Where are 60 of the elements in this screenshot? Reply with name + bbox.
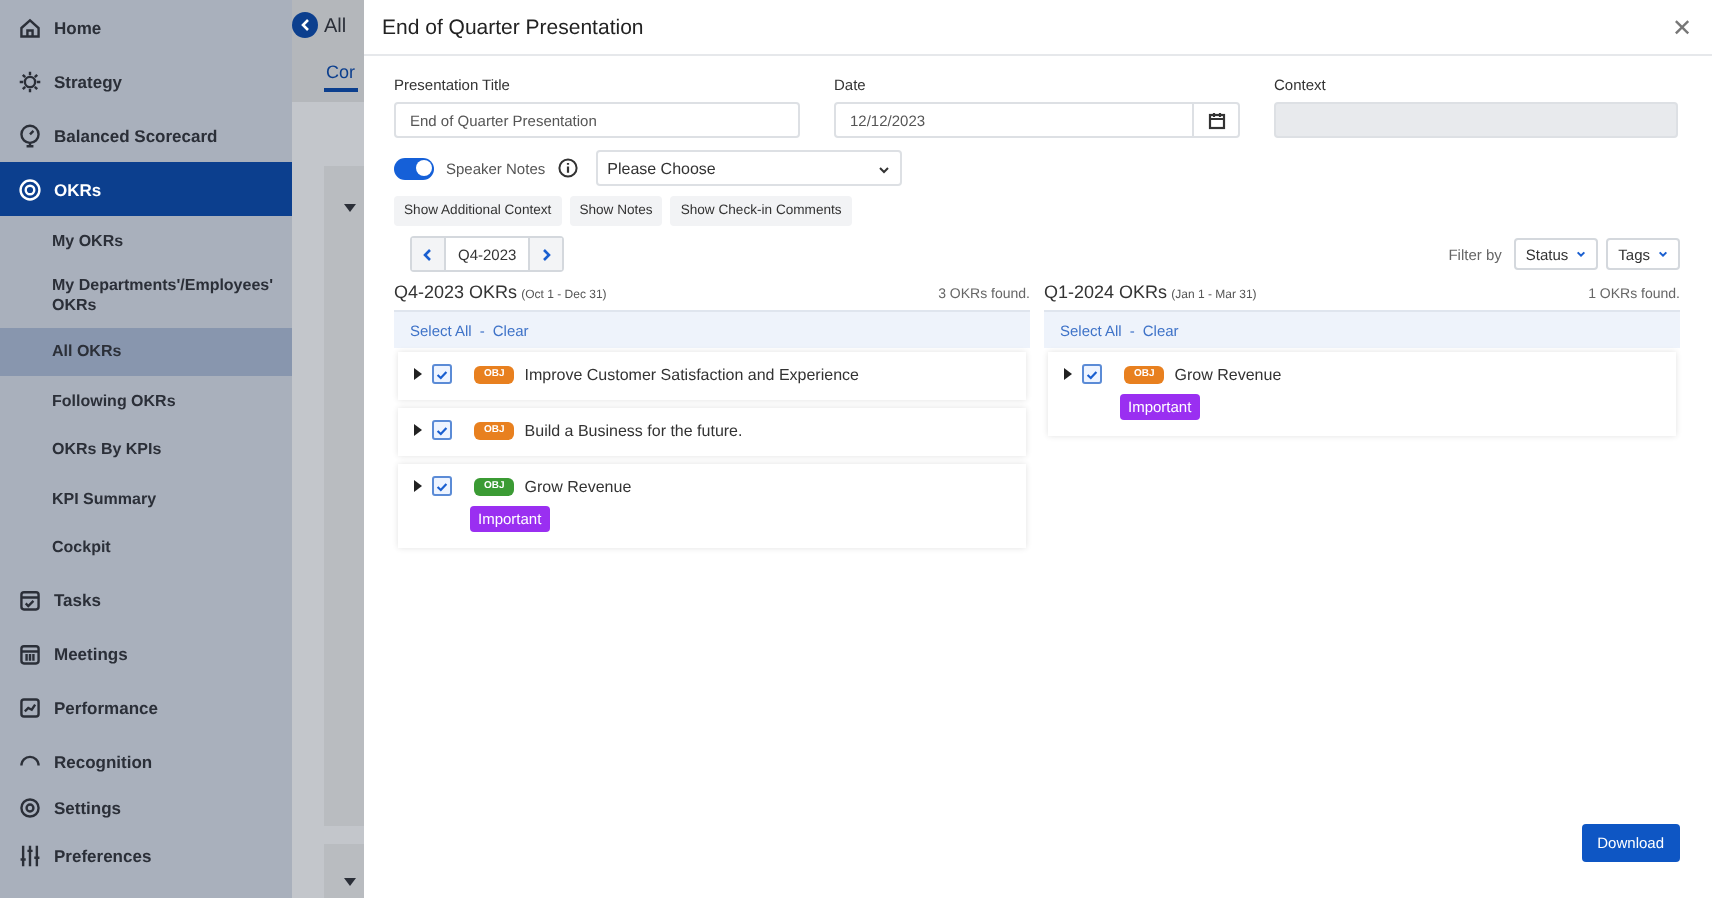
check-icon — [436, 369, 448, 379]
sidebar-item[interactable]: Tasks — [0, 572, 292, 626]
chevron-down-icon — [877, 165, 890, 173]
checkbox[interactable] — [1082, 364, 1102, 384]
checkbox[interactable] — [432, 420, 452, 440]
column-title: Q4-2023 OKRs — [394, 282, 518, 302]
check-icon — [1086, 369, 1098, 379]
sidebar-item[interactable]: Settings — [0, 788, 292, 828]
okr-title[interactable]: Build a Business for the future. — [524, 421, 743, 439]
check-icon — [436, 481, 448, 491]
expand-arrow-icon[interactable] — [414, 424, 422, 436]
okr-title[interactable]: Grow Revenue — [524, 477, 632, 495]
dialog-title: End of Quarter Presentation — [382, 15, 644, 39]
page-title: All — [324, 14, 347, 38]
chevron-down-icon — [1576, 250, 1587, 258]
sidebar-subitem[interactable]: My OKRs — [0, 216, 292, 265]
sidebar-subitem[interactable]: All OKRs — [0, 327, 292, 376]
sidebar-subitem[interactable]: Cockpit — [0, 523, 292, 572]
sidebar-item[interactable]: Balanced Scorecard — [0, 108, 292, 162]
sidebar-item[interactable]: Preferences — [0, 828, 292, 882]
checkbox[interactable] — [432, 364, 452, 384]
sidebar-subitem[interactable]: OKRs By KPIs — [0, 425, 292, 474]
expand-arrow-icon[interactable] — [414, 368, 422, 380]
sidebar-subitem[interactable]: My Departments'/Employees' OKRs — [0, 265, 292, 327]
expand-arrow-icon[interactable] — [1064, 368, 1072, 380]
sidebar-item[interactable]: Recognition — [0, 734, 292, 788]
info-icon[interactable] — [557, 158, 578, 178]
toggle-switch[interactable] — [394, 157, 434, 179]
dropdown-arrow-icon[interactable] — [344, 204, 356, 212]
target-icon — [18, 177, 42, 201]
check-icon — [436, 425, 448, 435]
previous-button[interactable] — [412, 238, 444, 270]
sidebar-item[interactable]: OKRs — [0, 162, 292, 216]
dropdown-arrow-icon[interactable] — [344, 878, 356, 886]
chevron-left-icon — [299, 18, 311, 32]
chart-icon — [18, 695, 42, 719]
chevron-left-icon — [422, 247, 434, 261]
close-button[interactable]: ✕ — [1672, 13, 1692, 41]
sidebar-item[interactable]: Home — [0, 0, 292, 54]
sidebar-item[interactable]: Performance — [0, 680, 292, 734]
okr-title[interactable]: Grow Revenue — [1174, 365, 1282, 383]
sidebar-item[interactable]: Meetings — [0, 626, 292, 680]
calendar-check-icon — [18, 587, 42, 611]
column-title: Q1-2024 OKRs — [1044, 282, 1168, 302]
sliders-icon — [18, 843, 42, 867]
calendar-icon[interactable] — [1207, 111, 1225, 129]
expand-arrow-icon[interactable] — [414, 480, 422, 492]
calendar-icon — [18, 641, 42, 665]
home-icon — [18, 15, 42, 39]
dropdown-field[interactable]: Please Choose — [595, 150, 902, 186]
chevron-down-icon — [1658, 250, 1668, 258]
next-button[interactable] — [530, 238, 563, 270]
chevron-right-icon — [540, 247, 553, 261]
okr-title[interactable]: Improve Customer Satisfaction and Experience — [524, 365, 859, 383]
checkbox[interactable] — [432, 476, 452, 496]
sidebar-item[interactable]: Strategy — [0, 54, 292, 108]
text-field[interactable] — [1274, 102, 1678, 138]
sidebar-subitem[interactable]: KPI Summary — [0, 474, 292, 523]
tab[interactable]: Cor — [324, 62, 358, 92]
sidebar-subitem[interactable]: Following OKRs — [0, 376, 292, 425]
